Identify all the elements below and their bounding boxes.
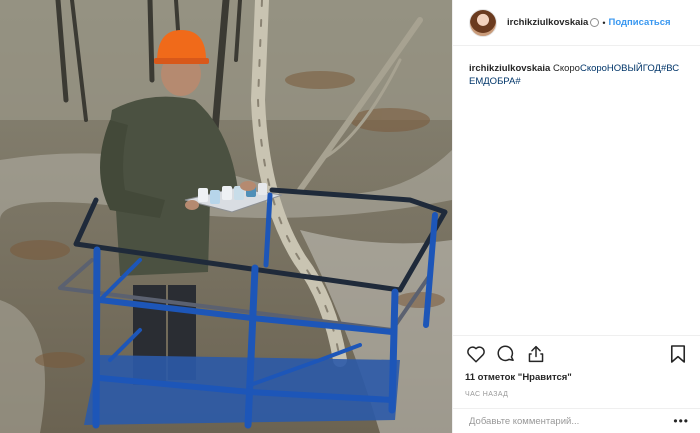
separator-dot: • [602, 17, 606, 28]
action-icons [465, 342, 689, 366]
post-time[interactable]: час назад [465, 391, 689, 398]
post-actions: 11 отметок "Нравится" час назад [453, 335, 700, 398]
username-link[interactable]: irchikziulkovskaia [507, 17, 588, 28]
photo-scene [0, 0, 452, 433]
likes-count[interactable]: 11 отметок "Нравится" [465, 372, 689, 383]
bookmark-icon[interactable] [667, 343, 689, 365]
heart-icon[interactable] [465, 343, 487, 365]
post-side-panel: irchikziulkovskaia • Подписаться irchikz… [452, 0, 700, 433]
comment-input[interactable] [469, 415, 674, 427]
instagram-post: irchikziulkovskaia • Подписаться irchikz… [0, 0, 700, 433]
avatar[interactable] [469, 8, 497, 37]
caption-text: Скоро [552, 63, 580, 74]
comment-box: ••• [453, 408, 700, 433]
share-icon[interactable] [525, 343, 547, 365]
more-options-icon[interactable]: ••• [673, 414, 689, 428]
comment-icon[interactable] [495, 343, 517, 365]
badge-icon [590, 18, 600, 27]
post-header: irchikziulkovskaia • Подписаться [453, 0, 700, 46]
post-caption: irchikziulkovskaia СкороСкороНОВЫЙГОД#ВС… [453, 46, 700, 88]
caption-author-link[interactable]: irchikziulkovskaia [469, 63, 550, 74]
follow-button[interactable]: Подписаться [608, 17, 670, 28]
post-photo[interactable] [0, 0, 452, 433]
